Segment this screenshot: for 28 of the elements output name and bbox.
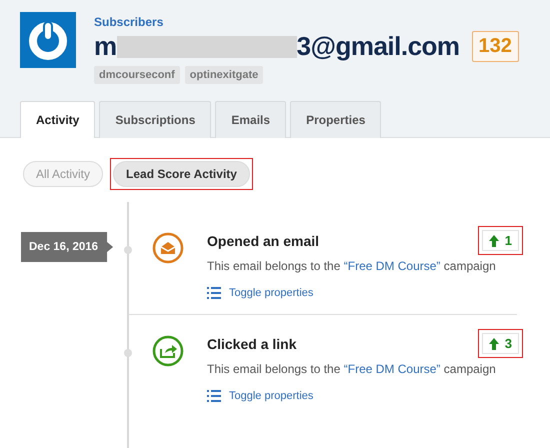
- event-title: Opened an email: [207, 232, 320, 248]
- filter-button[interactable]: Lead Score Activity: [113, 161, 250, 187]
- tab[interactable]: Subscriptions: [99, 101, 212, 138]
- up-arrow-icon: [488, 234, 499, 246]
- subscribers-link[interactable]: Subscribers: [94, 15, 519, 29]
- score-value: 3: [504, 336, 512, 351]
- email-heading: m 3@gmail.com: [94, 31, 460, 62]
- event-description: This email belongs to the “Free DM Course” campaign: [207, 362, 497, 376]
- tab[interactable]: Activity: [20, 101, 96, 138]
- list-icon: [207, 287, 221, 299]
- campaign-link[interactable]: “Free DM Course”: [344, 362, 440, 376]
- date-label: Dec 16, 2016: [21, 232, 114, 262]
- up-arrow-icon: [488, 338, 499, 350]
- score-value: 1: [504, 233, 512, 248]
- campaign-link[interactable]: “Free DM Course”: [344, 259, 440, 273]
- power-logo-icon: [20, 12, 76, 68]
- toggle-properties-link[interactable]: Toggle properties: [207, 390, 517, 402]
- filter-button[interactable]: All Activity: [23, 161, 104, 187]
- event-description: This email belongs to the “Free DM Course” campaign: [207, 259, 497, 273]
- tag[interactable]: optinexitgate: [184, 66, 264, 84]
- list-icon: [207, 390, 221, 402]
- lead-score-badge: 132: [472, 31, 519, 62]
- event-title: Clicked a link: [207, 336, 296, 352]
- tab[interactable]: Emails: [215, 101, 286, 138]
- tab[interactable]: Properties: [290, 101, 382, 138]
- tag[interactable]: dmcourseconf: [94, 66, 180, 84]
- open-envelope-icon: [152, 232, 184, 264]
- toggle-properties-link[interactable]: Toggle properties: [207, 287, 517, 299]
